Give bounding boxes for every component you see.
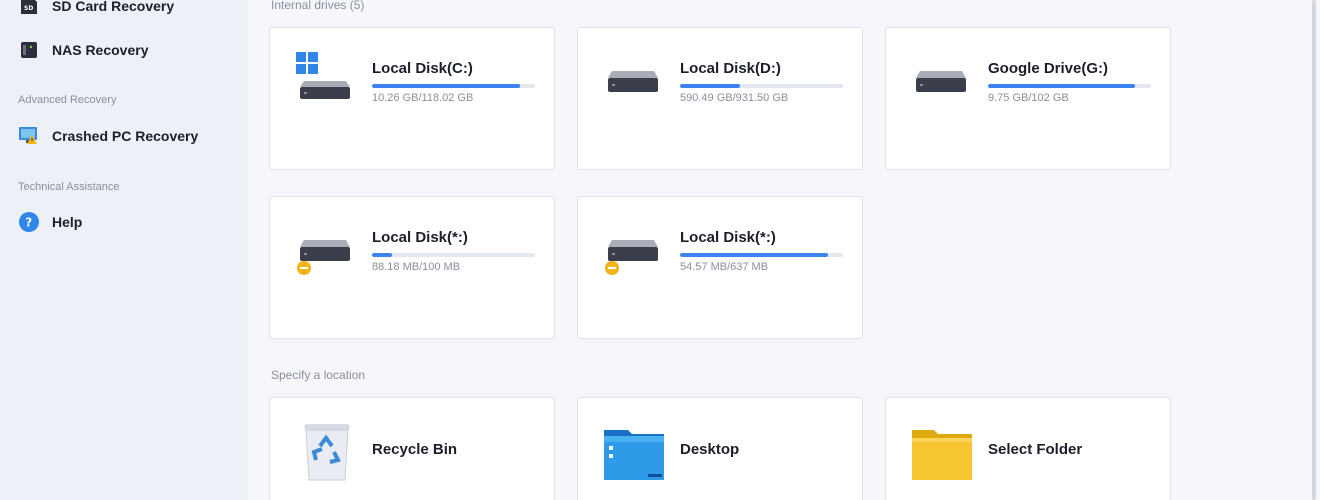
svg-text:SD: SD: [24, 5, 33, 12]
drive-usage-bar: [680, 84, 843, 88]
drive-size: 9.75 GB/102 GB: [988, 92, 1069, 104]
sidebar-item-label: SD Card Recovery: [52, 0, 175, 14]
drive-usage-fill: [680, 253, 829, 257]
hard-drive-warning-icon: [296, 237, 354, 277]
svg-text:?: ?: [25, 216, 32, 230]
location-name: Recycle Bin: [372, 441, 458, 458]
hard-drive-warning-icon: [604, 237, 662, 277]
scrollbar-thumb[interactable]: [1312, 0, 1316, 500]
sd-card-icon: SD: [18, 0, 40, 17]
location-card-desktop[interactable]: Desktop: [577, 397, 863, 500]
sidebar-item-sd-card-recovery[interactable]: SD SD Card Recovery: [18, 0, 174, 20]
hard-drive-icon: [604, 68, 662, 108]
drive-size: 10.26 GB/118.02 GB: [372, 92, 474, 104]
location-name: Select Folder: [988, 441, 1083, 458]
hard-drive-icon: [912, 68, 970, 108]
drive-size: 88.18 MB/100 MB: [372, 261, 461, 273]
drive-usage-bar: [680, 253, 843, 257]
nas-icon: [18, 39, 40, 61]
drive-card-unknown-2[interactable]: Local Disk(*:) 54.57 MB/637 MB: [577, 196, 863, 339]
location-card-recycle-bin[interactable]: Recycle Bin: [269, 397, 555, 500]
drive-name: Local Disk(D:): [680, 60, 781, 77]
main-content: Internal drives (5) Local Disk(C:) 10.26…: [248, 0, 1308, 500]
drive-usage-bar: [372, 253, 535, 257]
drive-name: Local Disk(*:): [680, 229, 776, 246]
sidebar: SD SD Card Recovery NAS Recovery Advance…: [0, 0, 248, 500]
sidebar-item-label: NAS Recovery: [52, 42, 149, 58]
recycle-bin-icon: [296, 422, 358, 481]
drive-usage-fill: [372, 253, 392, 257]
drive-size: 54.57 MB/637 MB: [680, 261, 769, 273]
drive-card-g[interactable]: Google Drive(G:) 9.75 GB/102 GB: [885, 27, 1171, 170]
drive-name: Google Drive(G:): [988, 60, 1109, 77]
sidebar-item-nas-recovery[interactable]: NAS Recovery: [18, 36, 149, 64]
drive-usage-fill: [680, 84, 741, 88]
drive-name: Local Disk(*:): [372, 229, 468, 246]
location-name: Desktop: [680, 441, 740, 458]
sidebar-item-label: Crashed PC Recovery: [52, 128, 199, 144]
location-card-select-folder[interactable]: Select Folder: [885, 397, 1171, 500]
internal-drives-label: Internal drives (5): [271, 0, 365, 12]
drive-size: 590.49 GB/931.50 GB: [680, 92, 789, 104]
drive-usage-bar: [372, 84, 535, 88]
drive-name: Local Disk(C:): [372, 60, 473, 77]
crashed-pc-icon: [18, 125, 40, 147]
drive-usage-bar: [988, 84, 1151, 88]
sidebar-item-label: Help: [52, 214, 83, 230]
folder-icon: [912, 422, 974, 480]
drive-usage-fill: [988, 84, 1135, 88]
desktop-icon: [604, 422, 666, 480]
sidebar-item-help[interactable]: ? Help: [18, 208, 82, 236]
section-label-technical: Technical Assistance: [18, 181, 120, 193]
drive-usage-fill: [372, 84, 521, 88]
specify-location-label: Specify a location: [271, 368, 366, 382]
drive-card-d[interactable]: Local Disk(D:) 590.49 GB/931.50 GB: [577, 27, 863, 170]
sidebar-item-crashed-pc-recovery[interactable]: Crashed PC Recovery: [18, 122, 198, 150]
drive-card-unknown-1[interactable]: Local Disk(*:) 88.18 MB/100 MB: [269, 196, 555, 339]
scrollbar[interactable]: [1308, 0, 1320, 500]
section-label-advanced: Advanced Recovery: [18, 94, 117, 106]
drive-card-c[interactable]: Local Disk(C:) 10.26 GB/118.02 GB: [269, 27, 555, 170]
help-icon: ?: [18, 211, 40, 233]
windows-drive-icon: [296, 52, 354, 108]
